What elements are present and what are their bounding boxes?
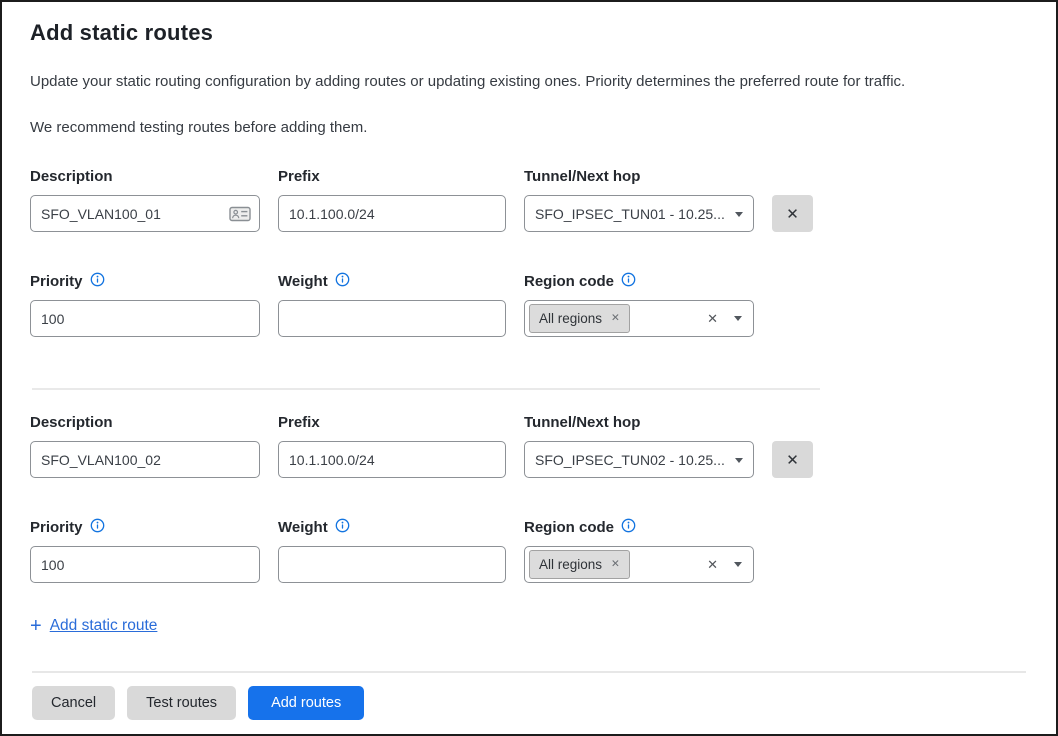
tunnel-label: Tunnel/Next hop — [524, 412, 754, 432]
region-chip: All regions ✕ — [529, 304, 630, 333]
chevron-down-icon — [735, 212, 743, 217]
add-static-routes-dialog: Add static routes Update your static rou… — [0, 0, 1058, 736]
description-field-1: Description — [30, 166, 260, 232]
recommendation-text: We recommend testing routes before addin… — [30, 119, 1028, 136]
region-field-2: Region code All regions ✕ — [524, 517, 754, 583]
region-multiselect[interactable]: All regions ✕ ✕ — [524, 300, 754, 337]
region-label: Region code — [524, 519, 614, 536]
prefix-field-1: Prefix — [278, 166, 506, 232]
tunnel-select[interactable]: SFO_IPSEC_TUN02 - 10.25... — [524, 441, 754, 478]
description-field-2: Description — [30, 412, 260, 478]
tunnel-field-2: Tunnel/Next hop SFO_IPSEC_TUN02 - 10.25.… — [524, 412, 754, 478]
chip-remove-icon[interactable]: ✕ — [611, 313, 620, 324]
info-icon[interactable] — [90, 272, 105, 291]
tunnel-select[interactable]: SFO_IPSEC_TUN01 - 10.25... — [524, 195, 754, 232]
priority-label: Priority — [30, 519, 83, 536]
description-label: Description — [30, 166, 260, 186]
info-icon[interactable] — [90, 518, 105, 537]
route-block-2: Description Prefix Tunnel/Next hop SFO_I… — [30, 412, 1028, 583]
priority-input[interactable] — [30, 300, 260, 337]
tunnel-label: Tunnel/Next hop — [524, 166, 754, 186]
description-label: Description — [30, 412, 260, 432]
prefix-label: Prefix — [278, 166, 506, 186]
test-routes-button[interactable]: Test routes — [127, 686, 236, 720]
info-icon[interactable] — [621, 518, 636, 537]
description-input[interactable] — [30, 441, 260, 478]
description-input[interactable] — [30, 195, 260, 232]
cancel-button[interactable]: Cancel — [32, 686, 115, 720]
region-chip: All regions ✕ — [529, 550, 630, 579]
chevron-down-icon — [735, 458, 743, 463]
weight-label: Weight — [278, 519, 328, 536]
remove-route-button[interactable]: ✕ — [772, 441, 813, 478]
weight-input[interactable] — [278, 300, 506, 337]
info-icon[interactable] — [621, 272, 636, 291]
add-static-route-link[interactable]: Add static route — [50, 617, 158, 635]
chevron-down-icon — [734, 316, 742, 321]
tunnel-select-value: SFO_IPSEC_TUN02 - 10.25... — [535, 452, 725, 468]
weight-input[interactable] — [278, 546, 506, 583]
prefix-input[interactable] — [278, 195, 506, 232]
info-icon[interactable] — [335, 518, 350, 537]
page-title: Add static routes — [30, 20, 1028, 46]
intro-text: Update your static routing configuration… — [30, 73, 1028, 90]
footer: Cancel Test routes Add routes — [30, 671, 1028, 720]
tunnel-select-value: SFO_IPSEC_TUN01 - 10.25... — [535, 206, 725, 222]
route-block-1: Description — [30, 166, 1028, 337]
add-routes-button[interactable]: Add routes — [248, 686, 364, 720]
prefix-field-2: Prefix — [278, 412, 506, 478]
prefix-input[interactable] — [278, 441, 506, 478]
weight-field-1: Weight — [278, 271, 506, 337]
priority-input[interactable] — [30, 546, 260, 583]
tunnel-field-1: Tunnel/Next hop SFO_IPSEC_TUN01 - 10.25.… — [524, 166, 754, 232]
weight-field-2: Weight — [278, 517, 506, 583]
priority-field-2: Priority — [30, 517, 260, 583]
prefix-label: Prefix — [278, 412, 506, 432]
weight-label: Weight — [278, 273, 328, 290]
plus-icon: + — [30, 616, 42, 636]
region-label: Region code — [524, 273, 614, 290]
info-icon[interactable] — [335, 272, 350, 291]
region-multiselect[interactable]: All regions ✕ ✕ — [524, 546, 754, 583]
priority-field-1: Priority — [30, 271, 260, 337]
close-icon: ✕ — [786, 451, 799, 469]
route-divider — [32, 388, 820, 390]
region-chip-label: All regions — [539, 311, 602, 326]
clear-selection-icon[interactable]: ✕ — [707, 312, 718, 325]
region-chip-label: All regions — [539, 557, 602, 572]
contact-card-icon[interactable] — [229, 206, 251, 222]
priority-label: Priority — [30, 273, 83, 290]
chevron-down-icon — [734, 562, 742, 567]
clear-selection-icon[interactable]: ✕ — [707, 558, 718, 571]
chip-remove-icon[interactable]: ✕ — [611, 559, 620, 570]
close-icon: ✕ — [786, 205, 799, 223]
region-field-1: Region code All regions ✕ — [524, 271, 754, 337]
add-static-route-row: + Add static route — [30, 616, 1028, 636]
remove-route-button[interactable]: ✕ — [772, 195, 813, 232]
